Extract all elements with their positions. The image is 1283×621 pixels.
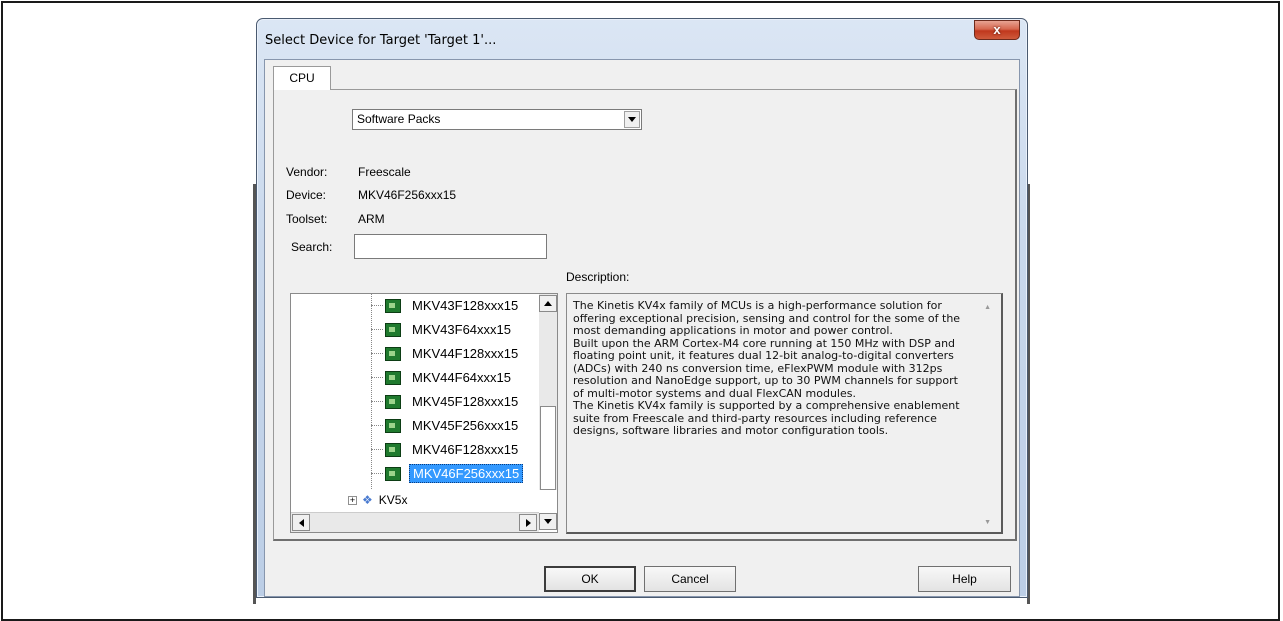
cpu-tab-panel: Software Packs Vendor: Freescale Device:… [273, 89, 1017, 541]
tree-connector [371, 401, 383, 402]
chip-icon [385, 298, 401, 313]
help-button[interactable]: Help [918, 566, 1011, 592]
chip-icon [385, 442, 401, 457]
cancel-button[interactable]: Cancel [644, 566, 736, 592]
chevron-down-icon [544, 519, 552, 524]
pack-selector-value: Software Packs [357, 112, 441, 126]
chip-icon [385, 370, 401, 385]
tree-item-label: MKV45F128xxx15 [412, 394, 519, 409]
dropdown-arrow-button[interactable] [624, 111, 640, 128]
toolset-label: Toolset: [286, 212, 328, 226]
dialog-title: Select Device for Target 'Target 1'... [265, 33, 497, 48]
tree-guide-line [371, 294, 372, 489]
tree-connector [371, 473, 383, 474]
search-label: Search: [291, 240, 333, 254]
ok-button[interactable]: OK [544, 566, 636, 592]
chip-icon [385, 418, 401, 433]
tree-item-mkv46f256xxx15[interactable]: MKV46F256xxx15 [371, 463, 524, 484]
chevron-left-icon [298, 518, 304, 527]
tree-vertical-scrollbar[interactable] [539, 294, 557, 490]
tree-item-mkv43f128xxx15[interactable]: MKV43F128xxx15 [371, 295, 521, 316]
tree-horizontal-scrollbar[interactable] [291, 512, 539, 532]
chevron-down-icon [628, 117, 636, 122]
toolset-value: ARM [358, 212, 385, 226]
tree-item-label: MKV43F128xxx15 [412, 298, 519, 313]
close-icon: x [993, 22, 1001, 37]
scroll-down-button[interactable] [539, 513, 557, 530]
search-input[interactable] [354, 234, 547, 259]
title-bar[interactable]: Select Device for Target 'Target 1'... x [257, 19, 1027, 59]
tree-group-label: KV5x [378, 493, 408, 507]
tree-item-mkv44f64xxx15[interactable]: MKV44F64xxx15 [371, 367, 514, 388]
chevron-up-icon[interactable]: ▲ [984, 304, 991, 311]
tab-cpu-label: CPU [289, 71, 315, 85]
description-box: The Kinetis KV4x family of MCUs is a hig… [566, 293, 1003, 534]
scroll-thumb[interactable] [540, 406, 556, 490]
chip-icon [385, 322, 401, 337]
tree-connector [371, 329, 383, 330]
tree-connector [371, 377, 383, 378]
close-button[interactable]: x [974, 20, 1020, 40]
tree-item-label-selected: MKV46F256xxx15 [409, 464, 524, 483]
pack-selector[interactable]: Software Packs [352, 109, 642, 130]
chevron-up-icon [544, 301, 552, 306]
vendor-label: Vendor: [286, 165, 328, 179]
tree-item-mkv46f128xxx15[interactable]: MKV46F128xxx15 [371, 439, 521, 460]
description-label: Description: [566, 270, 630, 284]
tree-connector [371, 353, 383, 354]
tab-cpu[interactable]: CPU [273, 66, 331, 90]
tree-item-mkv45f256xxx15[interactable]: MKV45F256xxx15 [371, 415, 521, 436]
tree-connector [371, 425, 383, 426]
device-label: Device: [286, 188, 327, 202]
device-value: MKV46F256xxx15 [358, 188, 457, 202]
tree-item-mkv44f128xxx15[interactable]: MKV44F128xxx15 [371, 343, 521, 364]
tree-item-label: MKV46F128xxx15 [412, 442, 519, 457]
tree-item-label: MKV44F128xxx15 [412, 346, 519, 361]
scroll-right-button[interactable] [519, 514, 537, 531]
folder-icon: ❖ [362, 493, 373, 507]
description-text: The Kinetis KV4x family of MCUs is a hig… [573, 299, 961, 437]
tree-connector [371, 449, 383, 450]
select-device-dialog: Select Device for Target 'Target 1'... x… [256, 18, 1028, 598]
chip-icon [385, 466, 401, 481]
tree-group-kv5x[interactable]: + ❖ KV5x [348, 490, 407, 510]
chevron-down-icon[interactable]: ▼ [984, 519, 991, 526]
vendor-value: Freescale [358, 165, 411, 179]
chip-icon [385, 394, 401, 409]
tree-item-label: MKV45F256xxx15 [412, 418, 519, 433]
tree-item-mkv43f64xxx15[interactable]: MKV43F64xxx15 [371, 319, 514, 340]
scroll-left-button[interactable] [292, 514, 310, 531]
dialog-client-area: CPU Software Packs Vendor: Freescale Dev… [264, 59, 1020, 597]
tree-item-label: MKV44F64xxx15 [412, 370, 511, 385]
plus-icon[interactable]: + [348, 495, 357, 505]
tree-item-label: MKV43F64xxx15 [412, 322, 511, 337]
device-tree[interactable]: MKV43F128xxx15 MKV43F64xxx15 MKV44F128xx… [290, 293, 558, 533]
chevron-right-icon [525, 518, 531, 527]
tree-item-mkv45f128xxx15[interactable]: MKV45F128xxx15 [371, 391, 521, 412]
chip-icon [385, 346, 401, 361]
tree-connector [371, 305, 383, 306]
scroll-up-button[interactable] [539, 295, 557, 312]
